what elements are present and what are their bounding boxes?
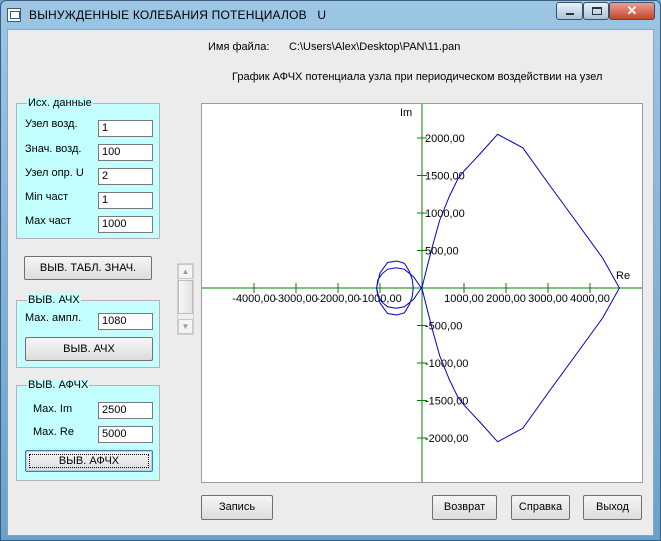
- x-tick-label: 1000,00: [444, 293, 484, 305]
- afch-group: ВЫВ. АФЧХ Max. Im 2500 Max. Re 5000 ВЫВ.…: [16, 379, 160, 481]
- afch-group-title: ВЫВ. АФЧХ: [27, 379, 90, 391]
- close-icon: ✕: [626, 3, 638, 18]
- x-tick-label: -3000,00: [274, 293, 317, 305]
- scroll-up-icon[interactable]: ▲: [178, 264, 193, 279]
- file-name-label: Имя файла:: [208, 41, 270, 53]
- x-tick-label: 3000,00: [528, 293, 568, 305]
- minimize-button[interactable]: [556, 2, 583, 20]
- afch-plot: -4000,00 -3000,00 -2000,00 -1000,00 1000,00 2…: [201, 103, 643, 483]
- focus-ring: [29, 454, 149, 468]
- min-freq-label: Min част: [25, 191, 69, 203]
- x-tick-label: -4000,00: [232, 293, 275, 305]
- excite-value-label: Знач. возд.: [25, 143, 82, 155]
- vertical-scrollbar[interactable]: ▲ ▼: [177, 263, 194, 335]
- min-freq-field[interactable]: 1: [98, 192, 153, 209]
- y-axis-label: Im: [400, 107, 412, 119]
- x-tick-label: 2000,00: [486, 293, 526, 305]
- ach-group-title: ВЫВ. АЧХ: [27, 294, 81, 306]
- file-path: C:\Users\Alex\Desktop\PAN\11.pan: [289, 41, 461, 53]
- y-tick-label: -1000,00: [425, 358, 468, 370]
- max-re-label: Max. Re: [33, 426, 74, 438]
- show-table-button[interactable]: ВЫВ. ТАБЛ. ЗНАЧ.: [24, 256, 152, 280]
- max-amplitude-field[interactable]: 1080: [98, 313, 153, 330]
- form-client-area: Имя файла: C:\Users\Alex\Desktop\PAN\11.…: [7, 29, 654, 536]
- excite-value-field[interactable]: 100: [98, 144, 153, 161]
- exit-button[interactable]: Выход: [583, 495, 642, 520]
- excite-node-label: Узел возд.: [25, 118, 78, 130]
- x-tick-label: 4000,00: [570, 293, 610, 305]
- y-tick-label: 2000,00: [425, 133, 465, 145]
- max-re-field[interactable]: 5000: [98, 426, 153, 443]
- maximize-button[interactable]: [583, 2, 609, 20]
- title-bar[interactable]: ВЫНУЖДЕННЫЕ КОЛЕБАНИЯ ПОТЕНЦИАЛОВ U ✕: [1, 1, 660, 29]
- max-amplitude-label: Мах. ампл.: [25, 312, 82, 324]
- max-freq-field[interactable]: 1000: [98, 216, 153, 233]
- y-tick-label: -2000,00: [425, 433, 468, 445]
- show-ach-button[interactable]: ВЫВ. АЧХ: [25, 337, 153, 361]
- back-button[interactable]: Возврат: [432, 495, 497, 520]
- scroll-down-icon[interactable]: ▼: [178, 319, 193, 334]
- x-tick-label: -2000,00: [316, 293, 359, 305]
- plot-title: График АФЧХ потенциала узла при периодич…: [232, 71, 603, 83]
- app-icon: [7, 8, 21, 22]
- main-window: ВЫНУЖДЕННЫЕ КОЛЕБАНИЯ ПОТЕНЦИАЛОВ U ✕ Им…: [0, 0, 661, 541]
- max-im-label: Max. Im: [33, 403, 73, 415]
- close-button[interactable]: ✕: [609, 2, 655, 20]
- max-freq-label: Max част: [25, 215, 72, 227]
- y-tick-label: 1500,00: [425, 171, 465, 183]
- target-node-field[interactable]: 2: [98, 168, 153, 185]
- target-node-label: Узел опр. U: [25, 167, 84, 179]
- help-button[interactable]: Справка: [511, 495, 570, 520]
- x-axis-label: Re: [616, 270, 630, 282]
- window-title: ВЫНУЖДЕННЫЕ КОЛЕБАНИЯ ПОТЕНЦИАЛОВ U: [29, 8, 327, 22]
- excite-node-field[interactable]: 1: [98, 120, 153, 137]
- save-button[interactable]: Запись: [201, 495, 273, 520]
- show-afch-button[interactable]: ВЫВ. АФЧХ: [25, 450, 153, 472]
- ach-group: ВЫВ. АЧХ Мах. ампл. 1080 ВЫВ. АЧХ: [16, 294, 160, 368]
- input-data-group-title: Исх. данные: [27, 97, 93, 109]
- maximize-icon: [592, 7, 602, 15]
- afch-chart-svg: -4000,00-3000,00-2000,00-1000,00 1000,00 2…: [202, 104, 642, 482]
- minimize-icon: [566, 13, 574, 15]
- max-im-field[interactable]: 2500: [98, 402, 153, 419]
- input-data-group: Исх. данные Узел возд. 1 Знач. возд. 100…: [16, 97, 160, 239]
- y-tick-label: 1000,00: [425, 208, 465, 220]
- scroll-thumb[interactable]: [178, 280, 193, 314]
